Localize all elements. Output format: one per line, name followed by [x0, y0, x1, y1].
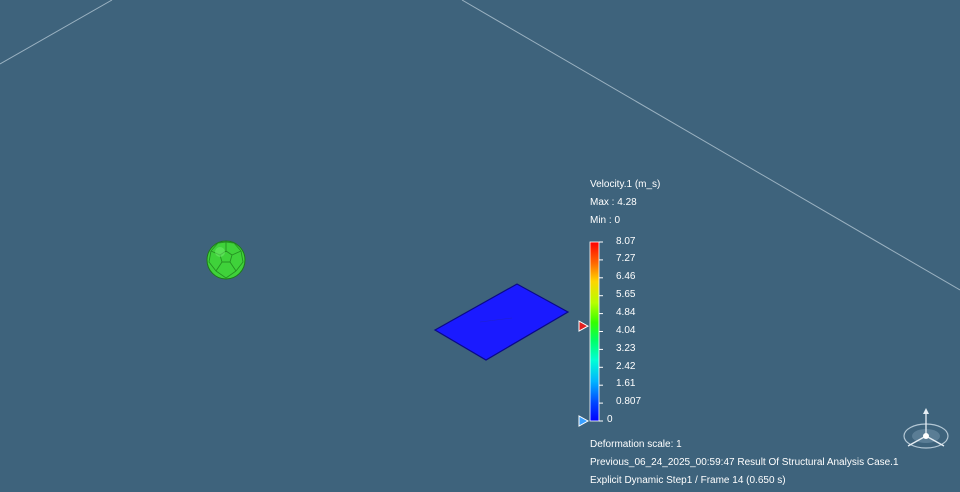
scale-tick-label: 5.65 [616, 289, 636, 300]
legend-title: Velocity.1 (m_s) [590, 179, 661, 190]
scale-tick-label: 4.04 [616, 325, 636, 336]
scale-tick-label: 7.27 [616, 253, 636, 264]
scale-tick-label: 2.42 [616, 361, 636, 372]
scale-tick-label: 6.46 [616, 271, 636, 282]
grid-line [461, 0, 960, 291]
3d-axis-compass-icon[interactable] [898, 404, 954, 456]
legend-min: Min : 0 [590, 215, 621, 226]
scale-tick-label: 8.07 [616, 236, 636, 247]
frame-info-text: Explicit Dynamic Step1 / Frame 14 (0.650… [590, 475, 786, 486]
analysis-case-text: Previous_06_24_2025_00:59:47 Result Of S… [590, 457, 899, 468]
scene-canvas[interactable] [0, 0, 960, 492]
scale-tick-label: 1.61 [616, 378, 636, 389]
max-value-marker [578, 320, 590, 332]
grid-line [0, 0, 113, 65]
ball-mesh[interactable] [206, 240, 246, 280]
scale-tick-label: 0 [607, 414, 613, 425]
3d-viewport[interactable] [0, 0, 960, 492]
min-value-marker [578, 415, 590, 427]
color-scale-bar [589, 241, 600, 422]
scale-tick-marks [599, 241, 603, 422]
scale-tick-label: 0.807 [616, 396, 642, 407]
scale-tick-label: 4.84 [616, 307, 636, 318]
plate-mesh[interactable] [433, 283, 570, 361]
deformation-scale-text: Deformation scale: 1 [590, 439, 682, 450]
legend-max: Max : 4.28 [590, 197, 637, 208]
scale-tick-label: 3.23 [616, 343, 636, 354]
